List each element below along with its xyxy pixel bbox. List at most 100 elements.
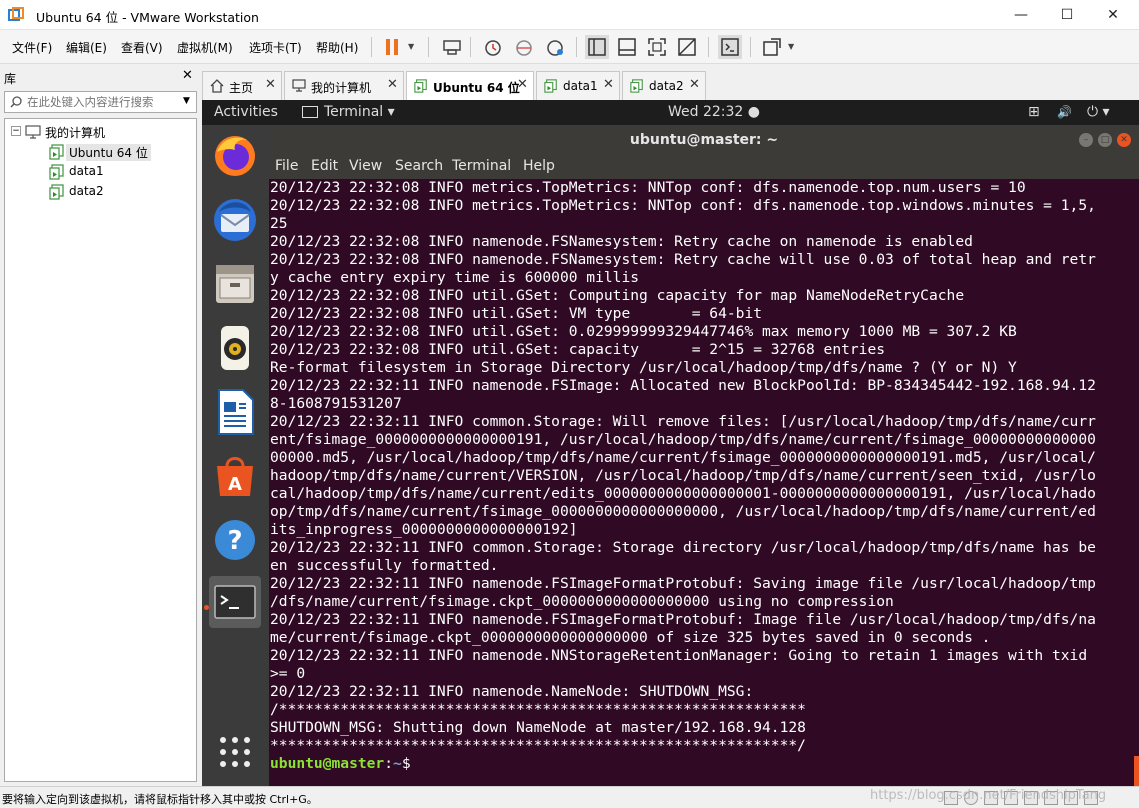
- tab-close-icon[interactable]: ✕: [689, 77, 700, 92]
- stretch-guest-icon[interactable]: [760, 35, 784, 59]
- toolbar-separator: [576, 37, 577, 57]
- tree-item-data2[interactable]: data2: [49, 183, 189, 201]
- tab-label: Ubuntu 64 位: [433, 81, 520, 95]
- tree-item-data1[interactable]: data1: [49, 163, 189, 181]
- revert-snapshot-icon[interactable]: [512, 35, 536, 59]
- thunderbird-icon[interactable]: [209, 194, 261, 246]
- search-dropdown-icon[interactable]: ▼: [183, 96, 190, 106]
- toolbar-separator: [371, 37, 372, 57]
- snapshot-manager-icon[interactable]: [543, 35, 567, 59]
- terminal-menu-file[interactable]: File: [275, 158, 298, 174]
- full-screen-icon[interactable]: [645, 35, 669, 59]
- terminal-close-button[interactable]: ✕: [1117, 133, 1131, 147]
- library-close-button[interactable]: ✕: [182, 68, 193, 83]
- network-icon[interactable]: ⊞: [1028, 104, 1040, 120]
- grid-icon[interactable]: [209, 726, 261, 778]
- vm-icon: [49, 144, 64, 160]
- terminal-line: /***************************************…: [270, 701, 806, 718]
- terminal-line: 20/12/23 22:32:08 INFO namenode.FSNamesy…: [270, 251, 1096, 268]
- firefox-icon[interactable]: [209, 130, 261, 182]
- send-ctrl-alt-del-icon[interactable]: [440, 35, 464, 59]
- terminal-prompt[interactable]: ubuntu@master:~$: [270, 755, 411, 773]
- terminal-menu-edit[interactable]: Edit: [311, 158, 338, 174]
- terminal-line: en successfully formatted.: [270, 557, 499, 574]
- terminal-line: 20/12/23 22:32:11 INFO namenode.NameNode…: [270, 683, 754, 700]
- terminal-line: me/current/fsimage.ckpt_0000000000000000…: [270, 629, 991, 646]
- terminal-minimize-button[interactable]: –: [1079, 133, 1093, 147]
- terminal-maximize-button[interactable]: □: [1098, 133, 1112, 147]
- clock[interactable]: Wed 22:32 ●: [668, 104, 760, 120]
- toolbar-separator: [470, 37, 471, 57]
- tree-root-my-computer[interactable]: − 我的计算机: [11, 123, 191, 141]
- menu-edit[interactable]: 编辑(E): [66, 39, 107, 56]
- tree-item-ubuntu[interactable]: Ubuntu 64 位: [49, 143, 189, 161]
- search-icon: [10, 96, 22, 108]
- tab-close-icon[interactable]: ✕: [517, 77, 528, 92]
- tab-close-icon[interactable]: ✕: [603, 77, 614, 92]
- prompt-user-host: ubuntu@master: [270, 755, 385, 772]
- gnome-top-bar: Activities Terminal ▾ Wed 22:32 ● ⊞ 🔊 ⏻ …: [202, 100, 1139, 125]
- close-button[interactable]: ✕: [1090, 0, 1136, 30]
- menu-help[interactable]: 帮助(H): [316, 39, 358, 56]
- tab-ubuntu[interactable]: Ubuntu 64 位 ✕: [406, 71, 534, 100]
- menu-vm[interactable]: 虚拟机(M): [177, 39, 233, 56]
- terminal-line: 20/12/23 22:32:11 INFO common.Storage: W…: [270, 413, 1096, 430]
- show-library-icon[interactable]: [585, 35, 609, 59]
- collapse-toggle-icon[interactable]: −: [11, 126, 21, 136]
- menu-toolbar: 文件(F) 编辑(E) 查看(V) 虚拟机(M) 选项卡(T) 帮助(H) ▼ …: [0, 30, 1139, 64]
- terminal-window[interactable]: ubuntu@master: ~ – □ ✕ File Edit View Se…: [269, 125, 1139, 786]
- power-menu-icon[interactable]: ⏻ ▾: [1087, 104, 1110, 120]
- help-icon[interactable]: ?: [209, 514, 261, 566]
- terminal-line: ****************************************…: [270, 737, 806, 754]
- volume-icon[interactable]: 🔊: [1057, 105, 1072, 119]
- scrollbar-thumb[interactable]: [1134, 756, 1139, 786]
- tab-close-icon[interactable]: ✕: [265, 77, 276, 92]
- rhythmbox-icon[interactable]: [209, 322, 261, 374]
- window-title: Ubuntu 64 位 - VMware Workstation: [36, 10, 259, 25]
- tab-home[interactable]: 主页 ✕: [202, 71, 282, 100]
- tab-data2[interactable]: data2 ✕: [622, 71, 706, 100]
- terminal-line: 20/12/23 22:32:11 INFO namenode.NNStorag…: [270, 647, 1088, 664]
- snapshot-icon[interactable]: [481, 35, 505, 59]
- app-menu-button[interactable]: Terminal ▾: [324, 104, 395, 120]
- libreoffice-writer-icon[interactable]: [209, 386, 261, 438]
- prompt-separator: :: [384, 755, 394, 772]
- terminal-output[interactable]: 20/12/23 22:32:08 INFO metrics.TopMetric…: [269, 179, 1134, 786]
- terminal-menu-help[interactable]: Help: [523, 158, 555, 174]
- tab-data1[interactable]: data1 ✕: [536, 71, 620, 100]
- menu-tabs[interactable]: 选项卡(T): [249, 39, 302, 56]
- terminal-line: 20/12/23 22:32:11 INFO namenode.FSImageF…: [270, 575, 1096, 592]
- pause-icon[interactable]: [380, 35, 404, 59]
- terminal-scrollbar[interactable]: [1134, 179, 1139, 786]
- terminal-menu-terminal[interactable]: Terminal: [452, 158, 511, 174]
- terminal-line: SHUTDOWN_MSG: Shutting down NameNode at …: [270, 719, 806, 736]
- power-dropdown-icon[interactable]: ▼: [408, 42, 414, 51]
- software-center-icon[interactable]: A: [209, 450, 261, 502]
- files-icon[interactable]: [209, 258, 261, 310]
- terminal-icon[interactable]: [209, 576, 261, 628]
- console-view-icon[interactable]: [718, 35, 742, 59]
- vm-display[interactable]: Activities Terminal ▾ Wed 22:32 ● ⊞ 🔊 ⏻ …: [202, 100, 1139, 786]
- terminal-menu-search[interactable]: Search: [395, 158, 443, 174]
- library-panel: 库 ✕ ▼ − 我的计算机 Ubuntu 64 位 data1: [0, 64, 200, 786]
- terminal-menubar: File Edit View Search Terminal Help: [269, 155, 1139, 179]
- search-input[interactable]: [27, 94, 175, 110]
- minimize-button[interactable]: —: [998, 0, 1044, 30]
- maximize-button[interactable]: ☐: [1044, 0, 1090, 30]
- tab-label: data2: [649, 79, 684, 93]
- terminal-titlebar: ubuntu@master: ~ – □ ✕: [269, 125, 1139, 155]
- terminal-menu-view[interactable]: View: [349, 158, 382, 174]
- tab-label: 我的计算机: [311, 81, 372, 95]
- terminal-line: hadoop/tmp/dfs/name/current/VERSION, /us…: [270, 467, 1096, 484]
- stretch-dropdown-icon[interactable]: ▼: [788, 42, 794, 51]
- tab-close-icon[interactable]: ✕: [387, 77, 398, 92]
- show-thumbnail-bar-icon[interactable]: [615, 35, 639, 59]
- tab-my-computer[interactable]: 我的计算机 ✕: [284, 71, 404, 100]
- activities-button[interactable]: Activities: [214, 104, 278, 120]
- library-search[interactable]: ▼: [4, 91, 197, 113]
- unity-mode-icon[interactable]: [675, 35, 699, 59]
- menu-view[interactable]: 查看(V): [121, 39, 163, 56]
- menu-file[interactable]: 文件(F): [12, 39, 52, 56]
- terminal-line: Re-format filesystem in Storage Director…: [270, 359, 1017, 376]
- watermark: https://blog.csdn.net/FriendshipTang: [870, 788, 1107, 803]
